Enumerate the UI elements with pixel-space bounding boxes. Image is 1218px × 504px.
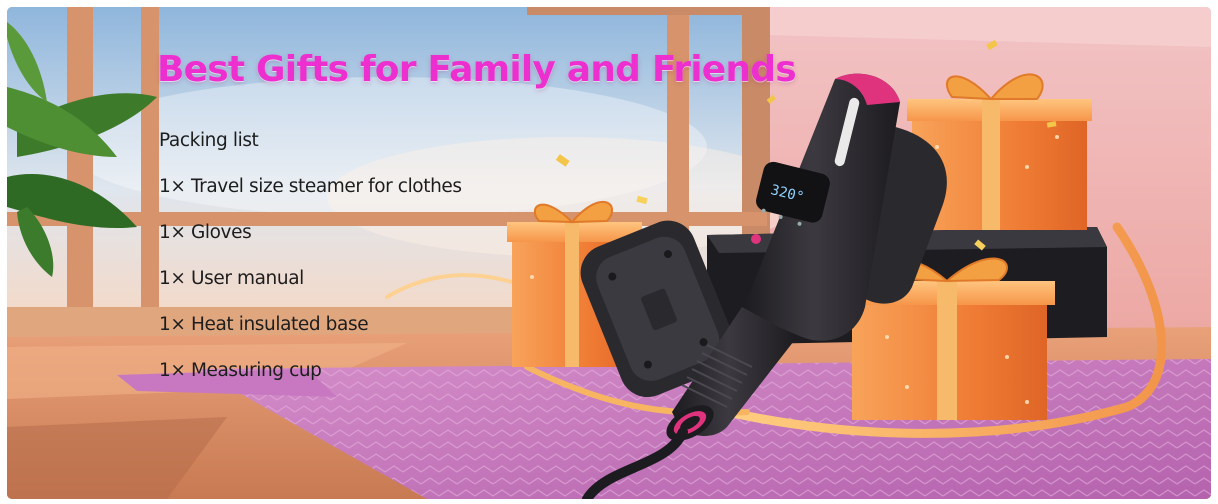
packing-list-title: Packing list (159, 130, 259, 151)
packing-list: Packing list 1× Travel size steamer for … (159, 129, 462, 405)
packing-list-item: 1× Heat insulated base (159, 314, 369, 335)
packing-list-item: 1× Gloves (159, 222, 252, 243)
product-banner[interactable]: 320° Best Gifts for Family and Friends P… (7, 7, 1211, 499)
banner-headline: Best Gifts for Family and Friends (157, 49, 797, 90)
packing-list-item: 1× User manual (159, 268, 304, 289)
packing-list-item: 1× Measuring cup (159, 360, 322, 381)
packing-list-item: 1× Travel size steamer for clothes (159, 176, 462, 197)
